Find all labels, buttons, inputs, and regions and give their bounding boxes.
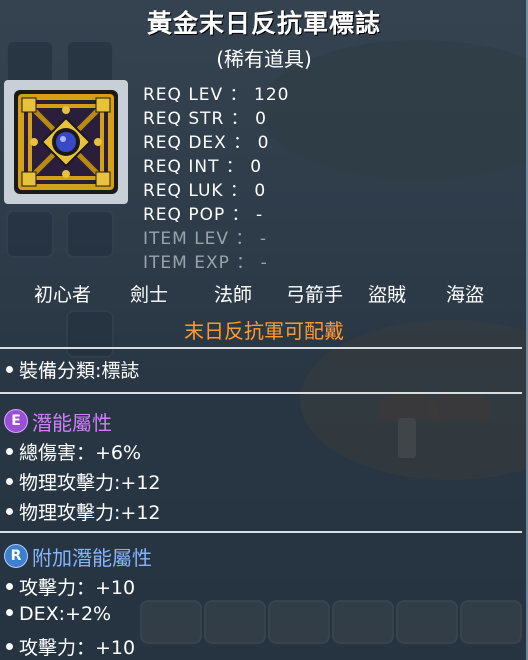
req-lev: REQ LEV ： 120 xyxy=(143,85,290,105)
potential-line: 物理攻擊力:+12 xyxy=(6,468,161,495)
bullet-icon xyxy=(6,478,13,485)
job-warrior: 劍士 xyxy=(130,284,169,306)
job-list: 初心者 劍士 法師 弓箭手 盜賊 海盜 xyxy=(0,280,528,306)
item-icon-frame xyxy=(4,80,128,204)
req-dex: REQ DEX ： 0 xyxy=(143,133,270,153)
bullet-icon xyxy=(6,609,13,616)
req-int: REQ INT ： 0 xyxy=(143,157,263,177)
item-tooltip: 黃金末日反抗軍標誌 (稀有道具) REQ LEV ： 120 REQ STR ：… xyxy=(0,0,528,660)
req-str: REQ STR ： 0 xyxy=(143,109,267,129)
job-beginner: 初心者 xyxy=(34,284,92,306)
bonus-potential-title: 附加潛能屬性 xyxy=(32,546,152,570)
req-pop: REQ POP ： - xyxy=(143,205,264,225)
bullet-icon xyxy=(6,448,13,455)
req-luk: REQ LUK ： 0 xyxy=(143,181,267,201)
divider xyxy=(0,392,522,394)
bonus-potential-line: DEX:+2% xyxy=(6,603,111,625)
rare-grade-icon: R xyxy=(4,544,28,568)
bullet-icon xyxy=(6,366,13,373)
potential-line: 總傷害：+6% xyxy=(6,438,141,465)
bullet-icon xyxy=(6,643,13,650)
equip-category: 裝備分類:標誌 xyxy=(6,356,139,383)
divider xyxy=(0,531,522,533)
job-pirate: 海盜 xyxy=(446,284,485,306)
job-thief: 盜賊 xyxy=(368,284,407,306)
bullet-icon xyxy=(6,508,13,515)
item-lev: ITEM LEV ： - xyxy=(143,229,268,249)
bonus-potential-line: 攻擊力：+10 xyxy=(6,633,135,660)
item-exp: ITEM EXP ： - xyxy=(143,253,268,273)
item-rarity: (稀有道具) xyxy=(216,47,312,71)
potential-line: 物理攻擊力:+12 xyxy=(6,498,161,525)
equip-restriction-note: 末日反抗軍可配戴 xyxy=(184,319,344,343)
divider xyxy=(0,347,522,349)
potential-title: 潛能屬性 xyxy=(32,411,112,435)
item-name: 黃金末日反抗軍標誌 xyxy=(146,9,381,38)
job-magician: 法師 xyxy=(214,284,253,306)
golden-emblem-icon xyxy=(14,90,118,194)
bullet-icon xyxy=(6,583,13,590)
epic-grade-icon: E xyxy=(4,409,28,433)
job-bowman: 弓箭手 xyxy=(286,284,344,306)
bonus-potential-line: 攻擊力：+10 xyxy=(6,573,135,600)
